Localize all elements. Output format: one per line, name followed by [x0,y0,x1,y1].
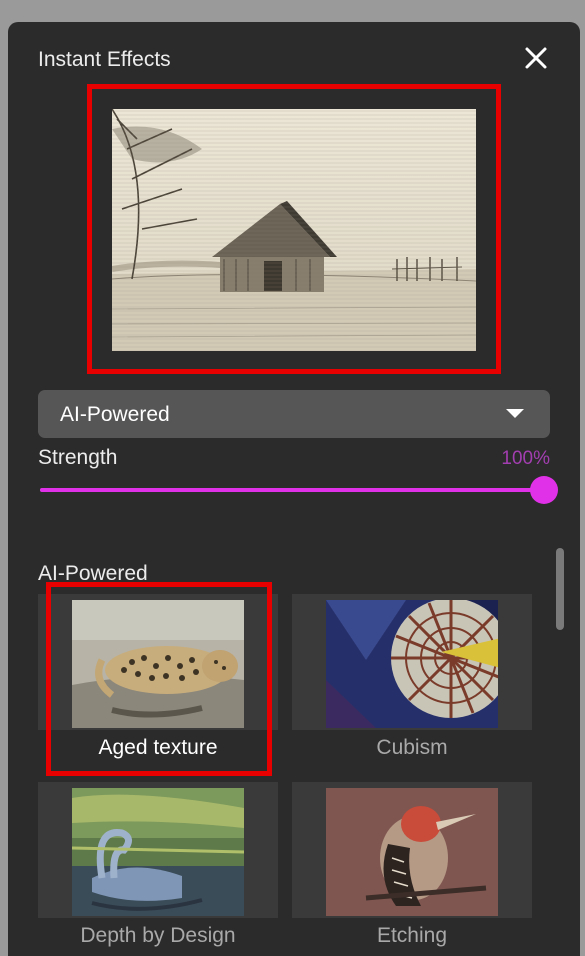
effect-tile-cubism[interactable]: Cubism [292,594,532,770]
instant-effects-panel: Instant Effects AI-Powered Strength 100%… [8,22,580,956]
slider-fill [40,488,544,492]
slider-thumb[interactable] [530,476,558,504]
depth-by-design-thumbnail [72,788,244,916]
strength-slider[interactable] [40,474,558,506]
section-label: AI-Powered [38,562,148,585]
effect-tile-etching[interactable]: Etching [292,782,532,956]
effect-preview-image [112,109,476,351]
etching-thumbnail [326,788,498,916]
close-button[interactable] [518,40,554,76]
effect-category-dropdown[interactable]: AI-Powered [38,390,550,438]
chevron-down-icon [506,409,524,418]
close-icon [525,47,547,69]
aged-texture-thumbnail [72,600,244,728]
effect-label: Cubism [376,736,448,759]
panel-title: Instant Effects [38,48,171,71]
effect-label: Etching [376,924,448,947]
strength-label: Strength [38,446,118,469]
strength-value: 100% [501,448,550,469]
effect-label: Aged texture [98,736,218,759]
cubism-thumbnail [326,600,498,728]
effect-tile-aged-texture[interactable]: Aged texture [38,594,278,770]
effect-tile-depth-by-design[interactable]: Depth by Design [38,782,278,956]
preview-highlight-frame [87,84,501,374]
scrollbar-thumb[interactable] [556,548,564,630]
dropdown-selected-value: AI-Powered [60,403,170,426]
effect-label: Depth by Design [80,924,236,947]
effects-scrollbar[interactable] [554,546,566,956]
